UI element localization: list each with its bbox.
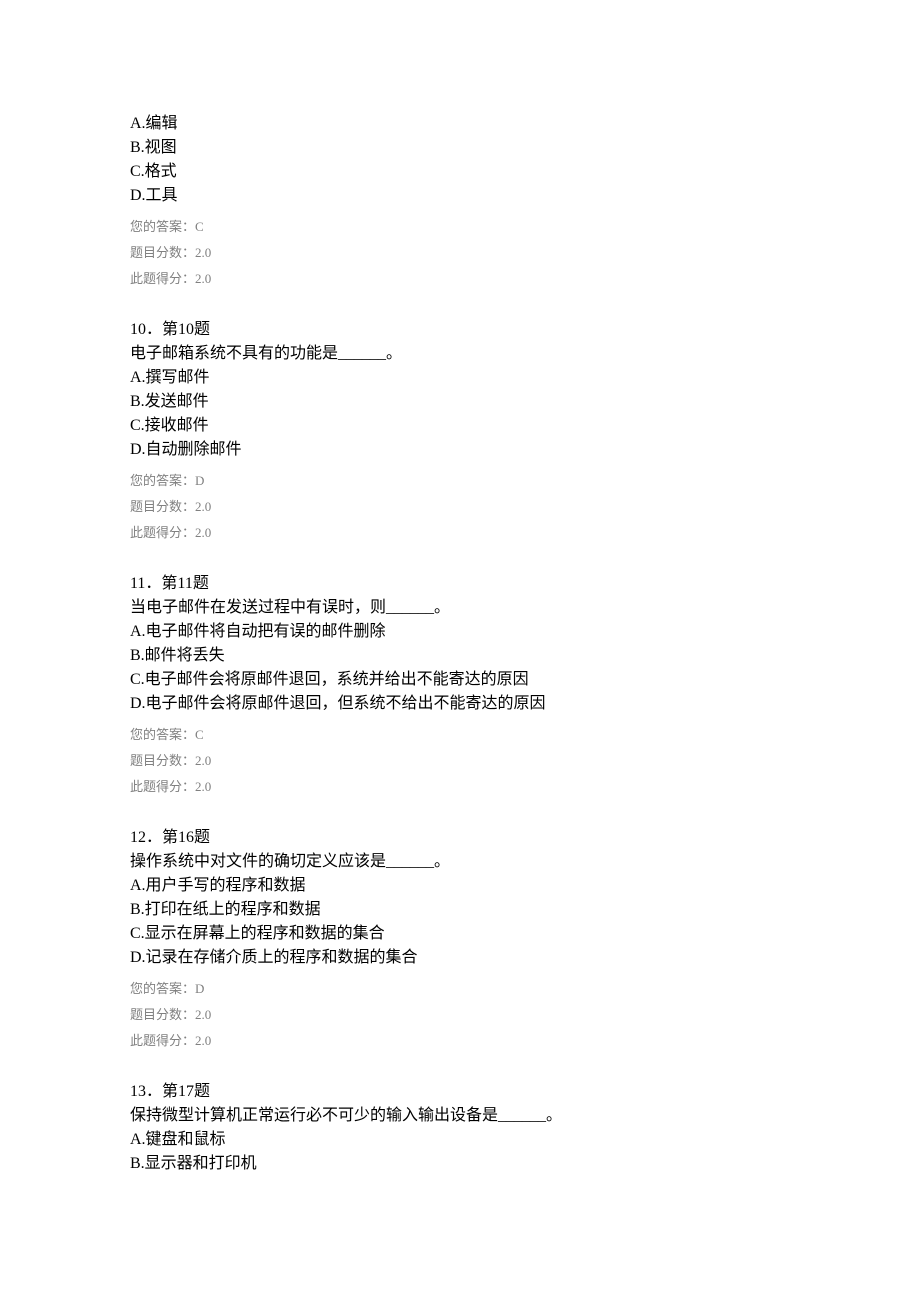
question-score: 题目分数：2.0 <box>130 494 920 520</box>
question-meta: 您的答案：C 题目分数：2.0 此题得分：2.0 <box>130 214 920 292</box>
option-d: D.自动删除邮件 <box>130 438 920 462</box>
earned-score: 此题得分：2.0 <box>130 774 920 800</box>
question-block: A.编辑 B.视图 C.格式 D.工具 您的答案：C 题目分数：2.0 此题得分… <box>130 112 920 292</box>
option-a: A.键盘和鼠标 <box>130 1128 920 1152</box>
option-d: D.电子邮件会将原邮件退回，但系统不给出不能寄达的原因 <box>130 692 920 716</box>
option-a: A.电子邮件将自动把有误的邮件删除 <box>130 620 920 644</box>
question-stem: 保持微型计算机正常运行必不可少的输入输出设备是______。 <box>130 1104 920 1128</box>
option-b: B.发送邮件 <box>130 390 920 414</box>
question-header: 10．第10题 <box>130 318 920 342</box>
option-b: B.邮件将丢失 <box>130 644 920 668</box>
question-meta: 您的答案：D 题目分数：2.0 此题得分：2.0 <box>130 468 920 546</box>
question-score: 题目分数：2.0 <box>130 748 920 774</box>
your-answer: 您的答案：C <box>130 722 920 748</box>
earned-score: 此题得分：2.0 <box>130 266 920 292</box>
option-d: D.工具 <box>130 184 920 208</box>
question-stem: 当电子邮件在发送过程中有误时，则______。 <box>130 596 920 620</box>
question-meta: 您的答案：D 题目分数：2.0 此题得分：2.0 <box>130 976 920 1054</box>
option-a: A.撰写邮件 <box>130 366 920 390</box>
question-score: 题目分数：2.0 <box>130 1002 920 1028</box>
option-a: A.编辑 <box>130 112 920 136</box>
option-b: B.打印在纸上的程序和数据 <box>130 898 920 922</box>
question-header: 11．第11题 <box>130 572 920 596</box>
your-answer: 您的答案：D <box>130 976 920 1002</box>
question-header: 13．第17题 <box>130 1080 920 1104</box>
option-c: C.接收邮件 <box>130 414 920 438</box>
option-c: C.显示在屏幕上的程序和数据的集合 <box>130 922 920 946</box>
earned-score: 此题得分：2.0 <box>130 520 920 546</box>
earned-score: 此题得分：2.0 <box>130 1028 920 1054</box>
question-block: 10．第10题 电子邮箱系统不具有的功能是______。 A.撰写邮件 B.发送… <box>130 318 920 546</box>
your-answer: 您的答案：D <box>130 468 920 494</box>
option-b: B.显示器和打印机 <box>130 1152 920 1176</box>
question-stem: 操作系统中对文件的确切定义应该是______。 <box>130 850 920 874</box>
question-meta: 您的答案：C 题目分数：2.0 此题得分：2.0 <box>130 722 920 800</box>
question-header: 12．第16题 <box>130 826 920 850</box>
question-block: 11．第11题 当电子邮件在发送过程中有误时，则______。 A.电子邮件将自… <box>130 572 920 800</box>
option-c: C.格式 <box>130 160 920 184</box>
option-a: A.用户手写的程序和数据 <box>130 874 920 898</box>
question-block: 12．第16题 操作系统中对文件的确切定义应该是______。 A.用户手写的程… <box>130 826 920 1054</box>
option-d: D.记录在存储介质上的程序和数据的集合 <box>130 946 920 970</box>
page-content: A.编辑 B.视图 C.格式 D.工具 您的答案：C 题目分数：2.0 此题得分… <box>0 0 920 1262</box>
question-block: 13．第17题 保持微型计算机正常运行必不可少的输入输出设备是______。 A… <box>130 1080 920 1176</box>
your-answer: 您的答案：C <box>130 214 920 240</box>
question-score: 题目分数：2.0 <box>130 240 920 266</box>
option-c: C.电子邮件会将原邮件退回，系统并给出不能寄达的原因 <box>130 668 920 692</box>
option-b: B.视图 <box>130 136 920 160</box>
question-stem: 电子邮箱系统不具有的功能是______。 <box>130 342 920 366</box>
